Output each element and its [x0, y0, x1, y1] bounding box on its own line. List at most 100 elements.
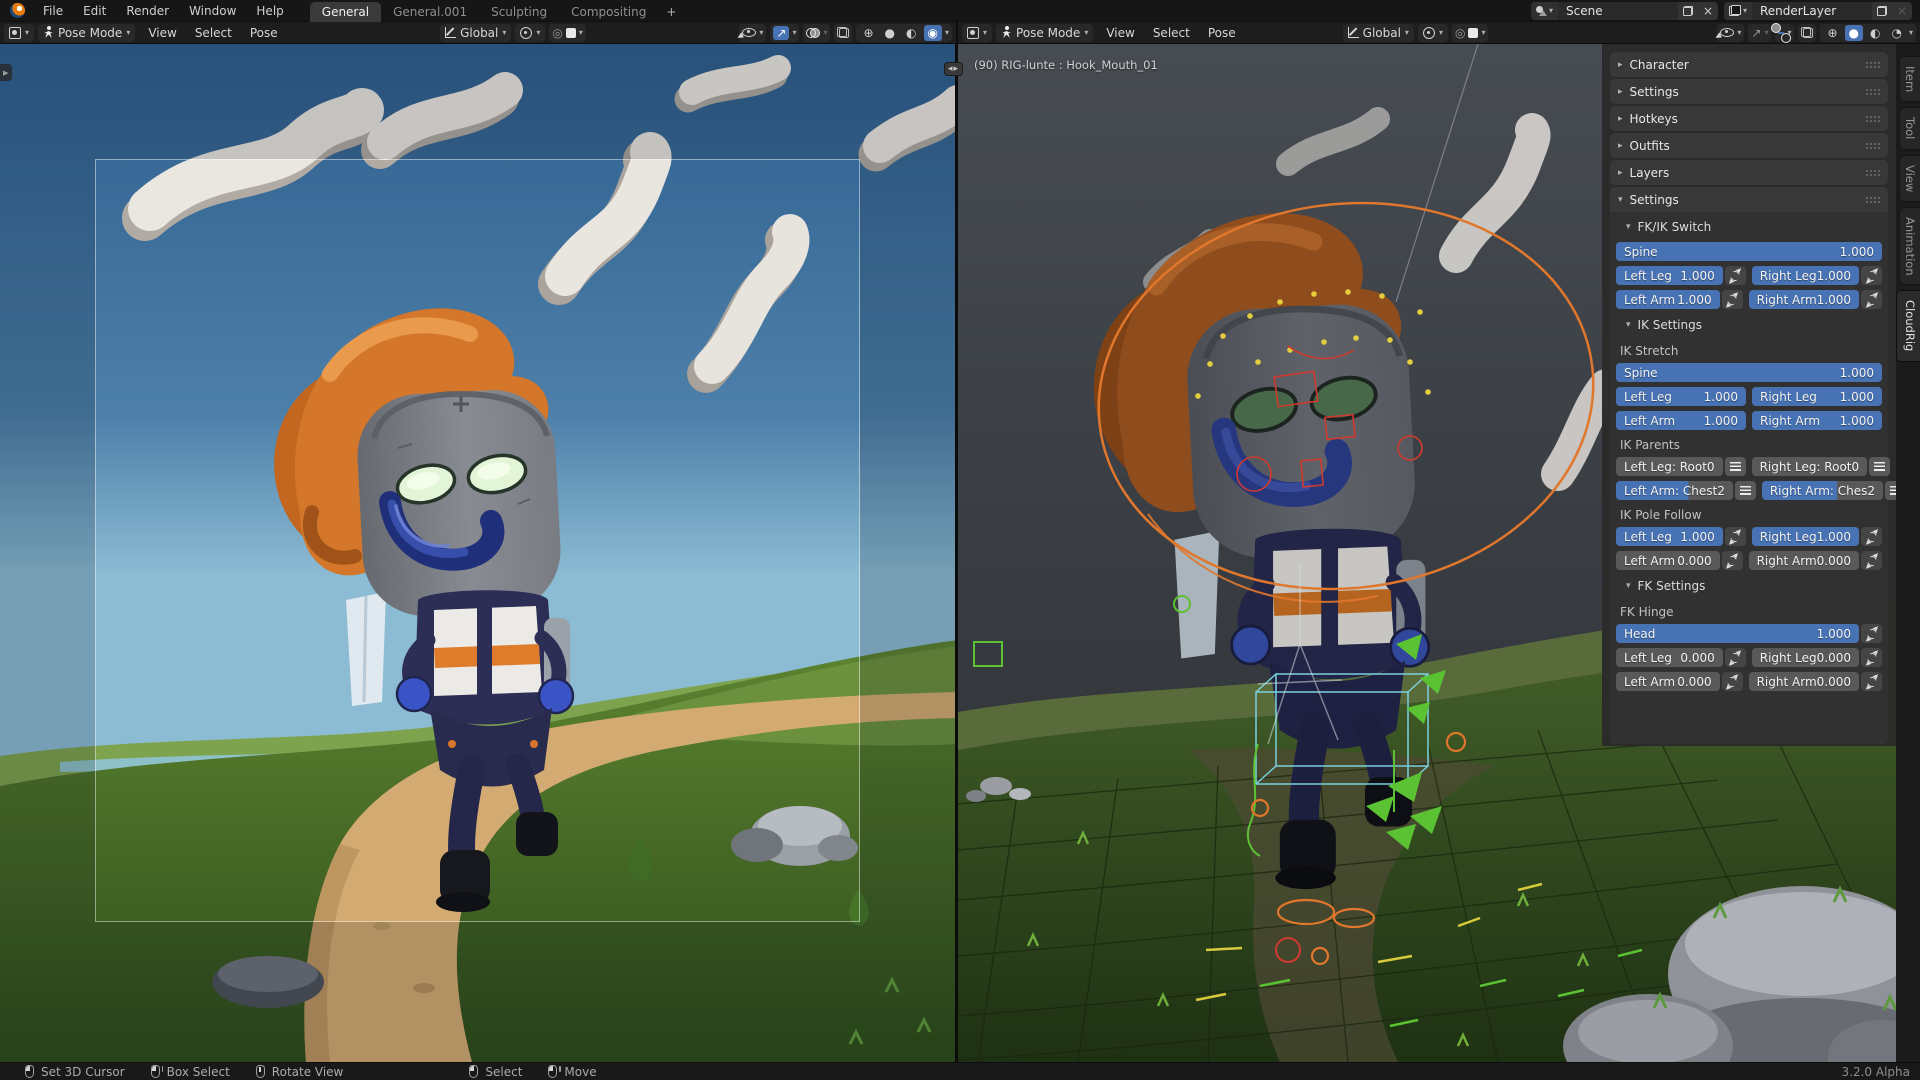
toolbar-expand-arrow[interactable]: ▸ — [0, 64, 12, 81]
menu-file[interactable]: File — [33, 0, 73, 22]
proportional-edit-icon[interactable]: ◎ — [1455, 27, 1465, 39]
slider-left-leg[interactable]: Left Leg1.000 — [1616, 387, 1746, 406]
slider-left-arm[interactable]: Left Arm1.000 — [1616, 411, 1746, 430]
panel-header-outfits[interactable]: ▸Outfits — [1610, 133, 1888, 158]
workspace-tab-sculpting[interactable]: Sculpting — [479, 2, 559, 22]
slider-right-leg[interactable]: Right Leg1.000 — [1752, 266, 1859, 285]
gizmos-toggle[interactable]: ↗▾ — [1748, 24, 1771, 42]
area-splitter[interactable] — [955, 44, 958, 1062]
shading-solid-button[interactable]: ● — [1845, 25, 1863, 41]
slider-right-leg[interactable]: Right Leg1.000 — [1752, 527, 1859, 546]
panel-grip-icon[interactable] — [1865, 169, 1880, 176]
subpanel-header-fk-settings[interactable]: ▾FK Settings — [1626, 575, 1882, 597]
overlays-icon[interactable] — [806, 28, 820, 38]
gizmos-toggle[interactable]: ↗▾ — [770, 24, 799, 42]
editor-type-button[interactable]: ▾ — [962, 24, 992, 42]
ik-parent-menu-button[interactable] — [1885, 481, 1896, 500]
menu-view[interactable]: View — [139, 24, 185, 42]
snap-values-button[interactable] — [1861, 290, 1882, 309]
viewlayer-remove-button[interactable]: × — [1892, 2, 1912, 20]
pivot-dropdown[interactable]: ▾ — [515, 24, 545, 42]
viewport-left[interactable]: ▸ — [0, 44, 958, 1062]
left-viewport-scene[interactable] — [0, 44, 958, 1062]
orientation-dropdown[interactable]: Global▾ — [1343, 24, 1414, 42]
workspace-tab-general.001[interactable]: General.001 — [381, 2, 479, 22]
sidebar-tab-cloudrig[interactable]: CloudRig — [1896, 290, 1920, 361]
gizmo-icon[interactable]: ↗ — [773, 26, 789, 40]
overlays-toggle[interactable]: ▾ — [803, 24, 830, 42]
panel-grip-icon[interactable] — [1865, 61, 1880, 68]
subpanel-header-fk-ik-switch[interactable]: ▾FK/IK Switch — [1626, 216, 1882, 238]
shading-wireframe-button[interactable]: ⊕ — [1823, 25, 1841, 41]
shading-material-button[interactable]: ◐ — [902, 25, 920, 41]
slider-right-arm[interactable]: Right Arm0.000 — [1749, 551, 1859, 570]
slider-left-leg[interactable]: Left Leg0.000 — [1616, 648, 1723, 667]
scene-browse-button[interactable]: ▾ — [1531, 2, 1558, 20]
snap-values-button[interactable] — [1725, 648, 1746, 667]
editor-type-button[interactable]: ▾ — [4, 24, 34, 42]
snap-values-button[interactable] — [1861, 527, 1882, 546]
add-workspace-button[interactable]: + — [658, 2, 684, 22]
slider-left-arm[interactable]: Left Arm0.000 — [1616, 672, 1720, 691]
menu-render[interactable]: Render — [116, 0, 179, 22]
slider-right-leg[interactable]: Right Leg1.000 — [1752, 387, 1882, 406]
visibility-dropdown[interactable]: ▾ — [739, 24, 766, 42]
gizmo-icon[interactable]: ↗ — [1751, 27, 1761, 39]
xray-toggle[interactable] — [834, 24, 852, 42]
slider-left-leg[interactable]: Left Leg1.000 — [1616, 527, 1723, 546]
slider-right-arm[interactable]: Right Arm1.000 — [1749, 290, 1859, 309]
viewlayer-new-button[interactable] — [1872, 2, 1892, 20]
snap-values-button[interactable] — [1722, 290, 1743, 309]
menu-view[interactable]: View — [1097, 24, 1143, 42]
panel-header-settings[interactable]: ▸Settings — [1610, 79, 1888, 104]
panel-grip-icon[interactable] — [1865, 196, 1880, 203]
slider-left-leg-root[interactable]: Left Leg: Root0 — [1616, 457, 1723, 476]
shading-wireframe-button[interactable]: ⊕ — [859, 25, 877, 41]
shading-solid-button[interactable]: ● — [881, 25, 899, 41]
falloff-icon[interactable] — [1468, 28, 1478, 38]
slider-right-arm-ches[interactable]: Right Arm: Ches2 — [1762, 481, 1883, 500]
slider-left-arm[interactable]: Left Arm1.000 — [1616, 290, 1720, 309]
pivot-dropdown[interactable]: ▾ — [1418, 24, 1448, 42]
scene-new-button[interactable] — [1678, 2, 1698, 20]
sidebar-tab-tool[interactable]: Tool — [1899, 107, 1920, 149]
mode-dropdown[interactable]: Pose Mode▾ — [996, 24, 1093, 42]
panel-grip-icon[interactable] — [1865, 115, 1880, 122]
panel-grip-icon[interactable] — [1865, 88, 1880, 95]
slider-spine[interactable]: Spine1.000 — [1616, 242, 1882, 261]
snap-values-button[interactable] — [1722, 672, 1743, 691]
orientation-dropdown[interactable]: Global▾ — [440, 24, 511, 42]
snap-values-button[interactable] — [1861, 551, 1882, 570]
menu-help[interactable]: Help — [246, 0, 293, 22]
xray-toggle[interactable] — [1798, 24, 1816, 42]
viewlayer-browse-button[interactable]: ▾ — [1724, 2, 1752, 20]
proportional-edit-group[interactable]: ◎▾ — [549, 24, 586, 42]
mode-dropdown[interactable]: Pose Mode▾ — [38, 24, 135, 42]
overlays-icon[interactable] — [1778, 32, 1784, 34]
scene-selector[interactable]: ▾ Scene × — [1531, 2, 1718, 20]
menu-select[interactable]: Select — [186, 24, 241, 42]
proportional-edit-group[interactable]: ◎▾ — [1452, 24, 1489, 42]
slider-right-arm[interactable]: Right Arm0.000 — [1749, 672, 1859, 691]
blender-logo-icon[interactable] — [10, 3, 25, 18]
slider-left-arm-chest[interactable]: Left Arm: Chest2 — [1616, 481, 1733, 500]
viewlayer-name[interactable]: RenderLayer — [1752, 4, 1872, 18]
slider-spine[interactable]: Spine1.000 — [1616, 363, 1882, 382]
menu-window[interactable]: Window — [179, 0, 246, 22]
ik-parent-menu-button[interactable] — [1869, 457, 1890, 476]
slider-right-arm[interactable]: Right Arm1.000 — [1752, 411, 1882, 430]
ik-parent-menu-button[interactable] — [1735, 481, 1756, 500]
panel-header-layers[interactable]: ▸Layers — [1610, 160, 1888, 185]
viewport-right[interactable]: (90) RIG-lunte : Hook_Mouth_01 ▸Characte… — [958, 44, 1896, 1062]
snap-values-button[interactable] — [1861, 624, 1882, 643]
panel-grip-icon[interactable] — [1865, 142, 1880, 149]
visibility-dropdown[interactable]: ▾ — [1717, 24, 1744, 42]
snap-values-button[interactable] — [1861, 266, 1882, 285]
menu-select[interactable]: Select — [1144, 24, 1199, 42]
snap-values-button[interactable] — [1861, 648, 1882, 667]
subpanel-header-ik-settings[interactable]: ▾IK Settings — [1626, 314, 1882, 336]
falloff-icon[interactable] — [566, 28, 576, 38]
workspace-tab-general[interactable]: General — [310, 2, 381, 22]
snap-values-button[interactable] — [1861, 672, 1882, 691]
menu-pose[interactable]: Pose — [241, 24, 287, 42]
